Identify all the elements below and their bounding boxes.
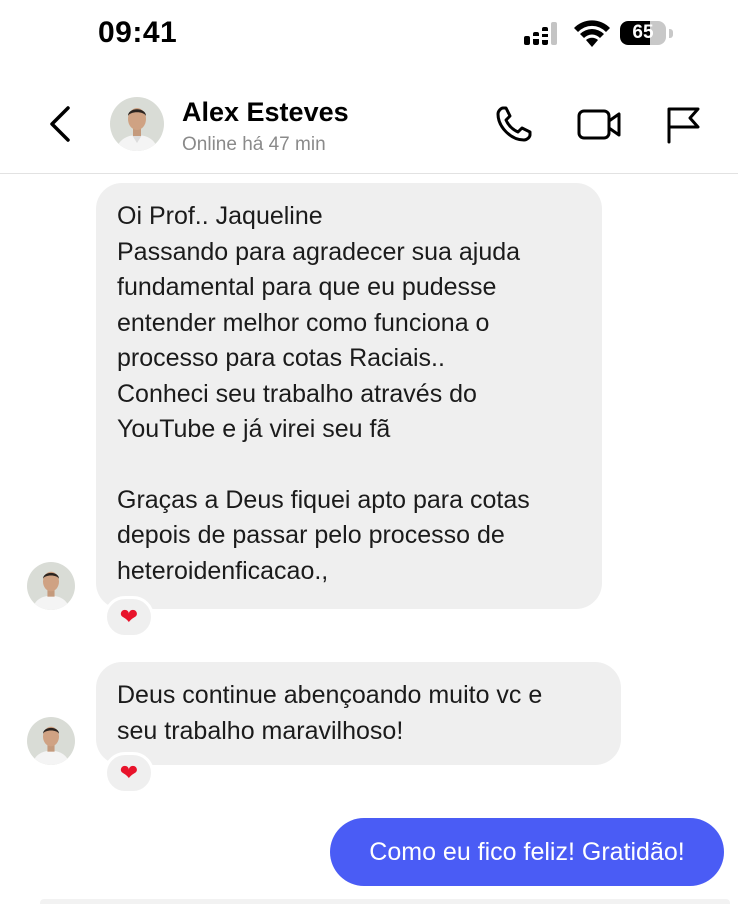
incoming-message-bubble[interactable]: Oi Prof.. Jaqueline Passando para agrade…: [96, 183, 602, 609]
message-line: Conheci seu trabalho através do: [117, 379, 477, 408]
sender-avatar[interactable]: [27, 562, 75, 610]
wifi-icon: [574, 20, 610, 47]
message-line: YouTube e já virei seu fã: [117, 415, 391, 443]
chat-header: Alex Esteves Online há 47 min: [0, 70, 738, 174]
battery-percent: 65: [632, 22, 654, 43]
message-line: heteroidenficacao.,: [117, 556, 329, 585]
contact-online-status: Online há 47 min: [182, 134, 326, 155]
contact-name[interactable]: Alex Esteves: [182, 97, 349, 128]
message-line: Passando para agradecer sua ajuda: [117, 237, 521, 266]
message-line: Graças a Deus fiquei apto para cotas: [117, 485, 530, 514]
message-line: Oi Prof.. Jaqueline: [117, 202, 323, 230]
message-line: fundamental para que eu pudesse: [117, 273, 497, 301]
next-message-edge: [40, 899, 730, 904]
back-chevron-icon[interactable]: [46, 104, 76, 144]
cellular-signal-icon: [524, 22, 557, 45]
video-call-icon[interactable]: [576, 104, 622, 144]
message-line: depois de passar pelo processo de: [117, 521, 505, 549]
contact-avatar[interactable]: [110, 97, 164, 151]
report-flag-icon[interactable]: [664, 104, 704, 144]
message-line: seu trabalho maravilhoso!: [117, 716, 404, 745]
battery-icon: 65: [620, 21, 676, 47]
message-line: Deus continue abençoando muito vc e: [117, 681, 543, 709]
outgoing-message-bubble[interactable]: Como eu fico feliz! Gratidão!: [330, 818, 724, 886]
incoming-message-bubble[interactable]: Deus continue abençoando muito vc e seu …: [96, 662, 621, 765]
message-line: processo para cotas Raciais..: [117, 344, 445, 372]
sender-avatar[interactable]: [27, 717, 75, 765]
status-bar: 09:41 65: [0, 0, 738, 68]
heart-reaction-icon[interactable]: ❤: [104, 752, 154, 794]
status-time: 09:41: [98, 16, 178, 49]
message-line: entender melhor como funciona o: [117, 308, 490, 337]
heart-reaction-icon[interactable]: ❤: [104, 596, 154, 638]
phone-icon[interactable]: [494, 104, 534, 144]
